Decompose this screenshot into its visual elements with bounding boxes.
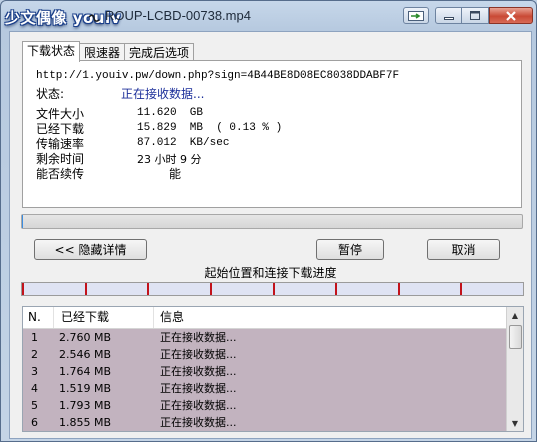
row-number: 5 bbox=[31, 399, 38, 412]
segment-marker bbox=[147, 283, 150, 295]
state-label: 状态: bbox=[36, 87, 65, 101]
segment-marker bbox=[335, 283, 338, 295]
row-number: 1 bbox=[31, 331, 38, 344]
scroll-up-icon[interactable]: ▲ bbox=[507, 307, 523, 323]
arrow-to-tray-icon bbox=[408, 10, 424, 21]
list-scrollbar[interactable]: ▲ ▼ bbox=[506, 307, 523, 431]
minimize-button[interactable] bbox=[435, 7, 462, 24]
row-number: 6 bbox=[31, 416, 38, 429]
column-header-info[interactable]: 信息 bbox=[154, 307, 507, 328]
downloaded-value: 15.829 MB ( 0.13 % ) bbox=[137, 122, 283, 134]
file-size-value: 11.620 GB bbox=[137, 107, 204, 119]
row-info: 正在接收数据... bbox=[160, 331, 237, 344]
row-downloaded: 2.546 MB bbox=[59, 348, 112, 361]
hide-details-button[interactable]: << 隐藏详情 bbox=[34, 239, 147, 260]
row-downloaded: 1.519 MB bbox=[59, 382, 112, 395]
segments-progress-bar bbox=[21, 282, 524, 296]
maximize-button[interactable] bbox=[462, 7, 489, 24]
segment-marker bbox=[397, 283, 400, 295]
maximize-icon bbox=[470, 11, 480, 20]
close-icon bbox=[506, 10, 516, 21]
column-header-number[interactable]: N. bbox=[23, 307, 54, 328]
row-downloaded: 1.855 MB bbox=[59, 416, 112, 429]
download-status-page: http://1.youiv.pw/down.php?sign=4B44BE8D… bbox=[22, 60, 522, 208]
row-number: 2 bbox=[31, 348, 38, 361]
logo-squiggle-icon bbox=[88, 14, 100, 22]
segment-marker bbox=[84, 283, 87, 295]
list-row[interactable]: 5 1.793 MB 正在接收数据... bbox=[23, 397, 507, 414]
overall-progress-bar bbox=[21, 214, 523, 229]
tray-button[interactable] bbox=[403, 7, 429, 24]
list-row[interactable]: 3 1.764 MB 正在接收数据... bbox=[23, 363, 507, 380]
row-downloaded: 1.764 MB bbox=[59, 365, 112, 378]
list-row[interactable]: 2 2.546 MB 正在接收数据... bbox=[23, 346, 507, 363]
list-row[interactable]: 1 2.760 MB 正在接收数据... bbox=[23, 329, 507, 346]
scroll-down-icon[interactable]: ▼ bbox=[507, 415, 523, 431]
close-button[interactable] bbox=[489, 7, 533, 24]
site-logo: 少文偶像 youiv bbox=[5, 9, 121, 27]
row-info: 正在接收数据... bbox=[160, 382, 237, 395]
cancel-button[interactable]: 取消 bbox=[427, 239, 500, 260]
segment-marker bbox=[460, 283, 463, 295]
segment-marker bbox=[209, 283, 212, 295]
pause-button[interactable]: 暂停 bbox=[316, 239, 384, 260]
row-info: 正在接收数据... bbox=[160, 399, 237, 412]
column-header-downloaded[interactable]: 已经下载 bbox=[54, 307, 154, 328]
resume-value: 能 bbox=[169, 167, 182, 181]
row-info: 正在接收数据... bbox=[160, 348, 237, 361]
resume-label: 能否续传 bbox=[36, 167, 85, 181]
row-number: 3 bbox=[31, 365, 38, 378]
segment-marker bbox=[272, 283, 275, 295]
row-info: 正在接收数据... bbox=[160, 416, 237, 429]
state-value: 正在接收数据... bbox=[121, 87, 205, 101]
window-title: ROUP-LCBD-00738.mp4 bbox=[105, 8, 251, 23]
download-window: 少文偶像 youiv ROUP-LCBD-00738.mp4 下载状态 限速器 … bbox=[0, 0, 537, 442]
row-info: 正在接收数据... bbox=[160, 365, 237, 378]
scroll-thumb[interactable] bbox=[509, 325, 522, 349]
list-row[interactable]: 4 1.519 MB 正在接收数据... bbox=[23, 380, 507, 397]
connections-list[interactable]: N. 已经下载 信息 1 2.760 MB 正在接收数据... 2 2.546 … bbox=[22, 306, 524, 432]
segments-caption: 起始位置和连接下载进度 bbox=[204, 266, 337, 280]
row-downloaded: 2.760 MB bbox=[59, 331, 112, 344]
download-url: http://1.youiv.pw/down.php?sign=4B44BE8D… bbox=[36, 70, 400, 82]
speed-value: 87.012 KB/sec bbox=[137, 137, 230, 149]
overall-progress-fill bbox=[22, 215, 23, 228]
segment-marker bbox=[22, 283, 24, 295]
title-bar[interactable]: 少文偶像 youiv ROUP-LCBD-00738.mp4 bbox=[1, 1, 536, 31]
row-number: 4 bbox=[31, 382, 38, 395]
main-panel: 下载状态 限速器 完成后选项 http://1.youiv.pw/down.ph… bbox=[9, 31, 532, 439]
list-row[interactable]: 6 1.855 MB 正在接收数据... bbox=[23, 414, 507, 431]
minimize-icon bbox=[443, 16, 454, 20]
tab-download-status[interactable]: 下载状态 bbox=[22, 41, 81, 62]
list-header: N. 已经下载 信息 bbox=[23, 307, 507, 329]
tab-strip: 下载状态 限速器 完成后选项 bbox=[22, 41, 195, 62]
row-downloaded: 1.793 MB bbox=[59, 399, 112, 412]
